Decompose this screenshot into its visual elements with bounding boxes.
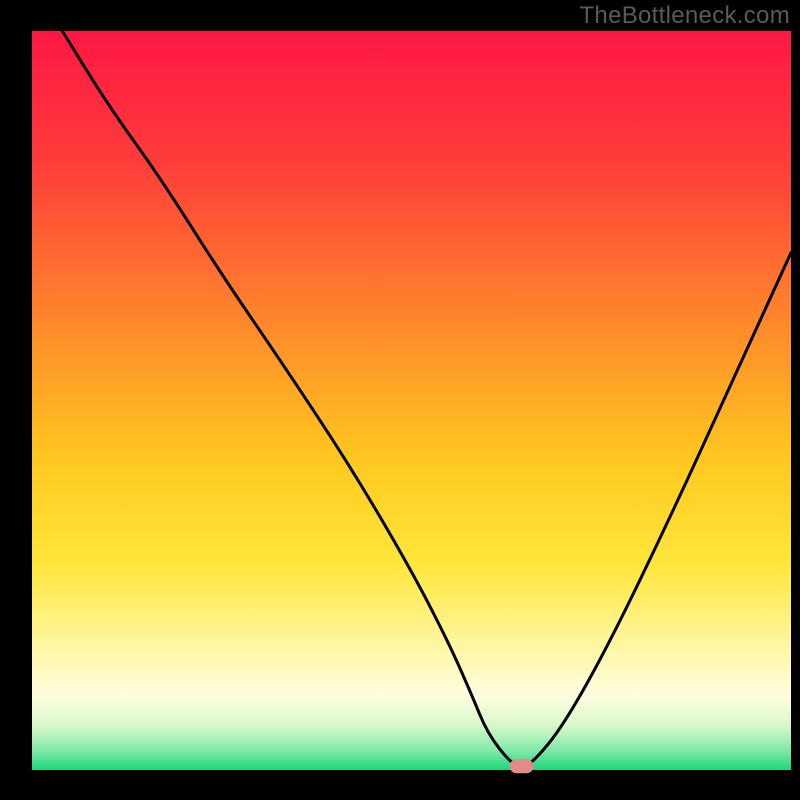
optimal-point-marker [510,759,534,773]
gradient-background [32,31,791,770]
watermark-text: TheBottleneck.com [579,2,790,30]
chart-frame: { "watermark": "TheBottleneck.com", "cha… [0,0,800,800]
bottleneck-chart [0,0,800,800]
